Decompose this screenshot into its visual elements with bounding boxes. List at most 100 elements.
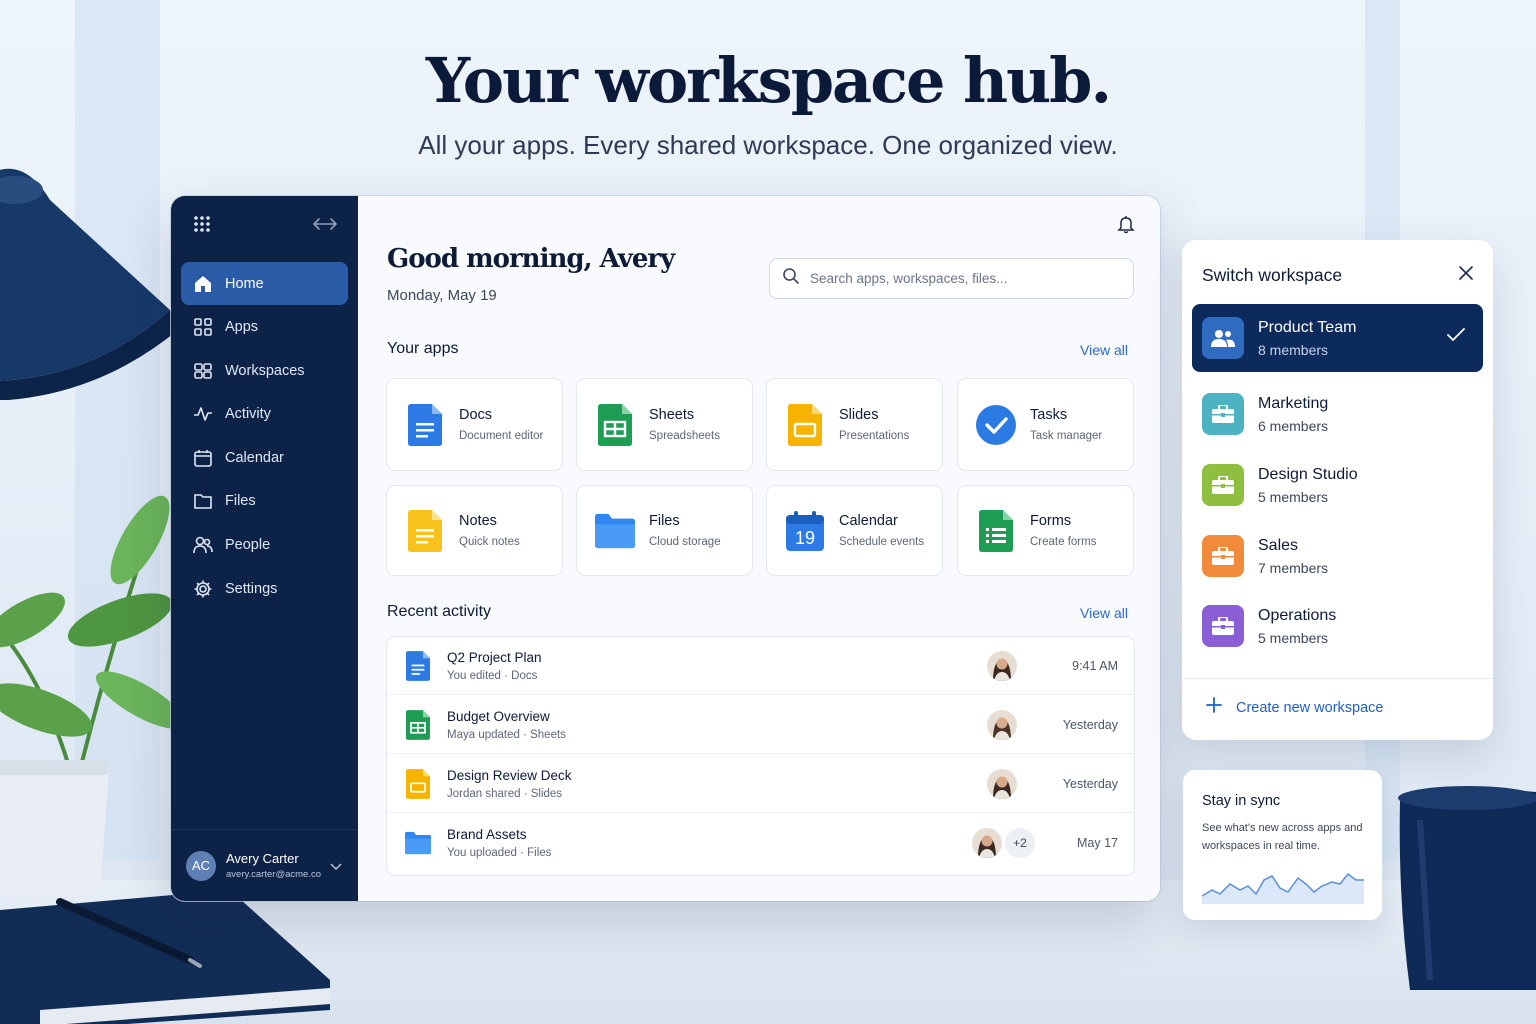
sidebar-item-activity[interactable]: Activity bbox=[181, 393, 348, 436]
sidebar-item-people[interactable]: People bbox=[181, 524, 348, 567]
activity-time: May 17 bbox=[1077, 836, 1118, 850]
briefcase-icon bbox=[1202, 464, 1244, 506]
activity-title: Q2 Project Plan bbox=[447, 649, 542, 665]
docs-icon bbox=[405, 403, 445, 447]
extra-collaborators-badge: +2 bbox=[1005, 828, 1035, 858]
slides-icon bbox=[405, 768, 431, 799]
sidebar-item-label: Files bbox=[225, 493, 256, 510]
files-icon bbox=[595, 509, 635, 553]
briefcase-icon bbox=[1202, 605, 1244, 647]
activity-meta: You uploaded · Files bbox=[447, 847, 552, 859]
sheets-icon bbox=[405, 709, 431, 740]
forms-icon bbox=[976, 509, 1016, 553]
table-row[interactable]: Brand Assets You uploaded · Files +2 May … bbox=[387, 814, 1134, 872]
app-desc: Quick notes bbox=[459, 536, 520, 548]
workspace-item-sales[interactable]: Sales 7 members bbox=[1192, 522, 1483, 590]
avatar: AC bbox=[186, 850, 216, 881]
briefcase-icon bbox=[1202, 535, 1244, 577]
app-launcher-icon[interactable] bbox=[193, 215, 211, 233]
workspace-item-operations[interactable]: Operations 5 members bbox=[1192, 592, 1483, 660]
checkmark-icon bbox=[1447, 328, 1465, 347]
create-workspace-button[interactable]: Create new workspace bbox=[1206, 697, 1384, 718]
workspace-member-count: 6 members bbox=[1258, 417, 1329, 434]
switch-workspace-panel: Switch workspace Product Team 8 members M… bbox=[1182, 240, 1493, 740]
docs-icon bbox=[405, 650, 431, 681]
workspace-name: Marketing bbox=[1258, 394, 1329, 412]
table-row[interactable]: Budget Overview Maya updated · Sheets Yes… bbox=[387, 696, 1134, 754]
plant bbox=[0, 495, 185, 890]
app-card-docs[interactable]: Docs Document editor bbox=[386, 378, 563, 471]
activity-title: Budget Overview bbox=[447, 708, 550, 724]
table-row[interactable]: Design Review Deck Jordan shared · Slides… bbox=[387, 755, 1134, 813]
app-name: Forms bbox=[1030, 513, 1072, 529]
desk-lamp bbox=[0, 168, 178, 400]
sidebar-item-label: People bbox=[225, 537, 271, 554]
app-desc: Create forms bbox=[1030, 536, 1097, 548]
sidebar-item-files[interactable]: Files bbox=[181, 480, 348, 523]
recent-section-title: Recent activity bbox=[387, 603, 492, 620]
apps-view-all-link[interactable]: View all bbox=[1080, 342, 1128, 358]
activity-icon bbox=[193, 404, 213, 424]
sidebar-item-label: Activity bbox=[225, 406, 271, 423]
sync-description: See what's new across apps and workspace… bbox=[1202, 822, 1363, 852]
home-icon bbox=[193, 274, 213, 294]
app-name: Tasks bbox=[1030, 407, 1068, 423]
divider bbox=[1182, 678, 1493, 679]
sidebar-item-workspaces[interactable]: Workspaces bbox=[181, 349, 348, 392]
table-row[interactable]: Q2 Project Plan You edited · Docs 9:41 AM bbox=[387, 637, 1134, 695]
slides-icon bbox=[785, 403, 825, 447]
app-name: Docs bbox=[459, 407, 493, 423]
app-card-forms[interactable]: Forms Create forms bbox=[957, 485, 1134, 576]
app-card-files[interactable]: Files Cloud storage bbox=[576, 485, 753, 576]
sidebar-item-label: Apps bbox=[225, 319, 259, 336]
user-info: Avery Carter avery.carter@acme.co bbox=[226, 851, 321, 880]
app-desc: Task manager bbox=[1030, 430, 1103, 442]
sidebar-item-apps[interactable]: Apps bbox=[181, 306, 348, 349]
app-card-notes[interactable]: Notes Quick notes bbox=[386, 485, 563, 576]
workspace-item-product-team[interactable]: Product Team 8 members bbox=[1192, 304, 1483, 372]
main-content: Good morning, Avery Monday, May 19 Searc… bbox=[358, 196, 1160, 901]
activity-time: Yesterday bbox=[1062, 777, 1118, 791]
activity-title: Design Review Deck bbox=[447, 767, 572, 783]
apps-section-title: Your apps bbox=[387, 340, 459, 357]
workspace-item-marketing[interactable]: Marketing 6 members bbox=[1192, 380, 1483, 448]
activity-time: Yesterday bbox=[1062, 718, 1118, 732]
app-card-slides[interactable]: Slides Presentations bbox=[766, 378, 943, 471]
app-name: Notes bbox=[459, 513, 497, 529]
create-workspace-label: Create new workspace bbox=[1236, 699, 1384, 716]
sidebar-item-label: Home bbox=[225, 275, 264, 292]
app-card-tasks[interactable]: Tasks Task manager bbox=[957, 378, 1134, 471]
collapse-sidebar-icon[interactable] bbox=[312, 217, 338, 231]
chevron-down-icon[interactable] bbox=[330, 858, 342, 876]
app-desc: Spreadsheets bbox=[649, 430, 720, 442]
workspaces-icon bbox=[193, 361, 213, 381]
coffee-mug bbox=[1398, 786, 1536, 990]
hero-title: Your workspace hub. bbox=[425, 44, 1112, 117]
app-name: Sheets bbox=[649, 407, 695, 423]
app-card-calendar[interactable]: 19 Calendar Schedule events bbox=[766, 485, 943, 576]
sidebar-item-home[interactable]: Home bbox=[181, 262, 348, 305]
sidebar-item-settings[interactable]: Settings bbox=[181, 567, 348, 610]
workspace-member-count: 5 members bbox=[1258, 629, 1329, 646]
app-desc: Cloud storage bbox=[649, 536, 721, 548]
avatar bbox=[987, 769, 1017, 799]
people-icon bbox=[1202, 317, 1244, 359]
search-icon bbox=[782, 267, 800, 290]
sidebar-item-label: Calendar bbox=[225, 449, 284, 466]
workspace-member-count: 8 members bbox=[1258, 341, 1329, 358]
recent-view-all-link[interactable]: View all bbox=[1080, 605, 1128, 621]
workspace-item-design-studio[interactable]: Design Studio 5 members bbox=[1192, 451, 1483, 519]
bell-icon[interactable] bbox=[1116, 214, 1136, 239]
workspace-name: Sales bbox=[1258, 536, 1299, 554]
user-profile[interactable]: AC Avery Carter avery.carter@acme.co bbox=[171, 829, 358, 901]
people-icon bbox=[193, 535, 213, 555]
close-icon[interactable] bbox=[1459, 266, 1473, 285]
avatar bbox=[987, 710, 1017, 740]
folder-icon bbox=[193, 491, 213, 511]
app-desc: Document editor bbox=[459, 430, 544, 442]
search-input[interactable]: Search apps, workspaces, files... bbox=[769, 258, 1134, 299]
app-card-sheets[interactable]: Sheets Spreadsheets bbox=[576, 378, 753, 471]
sparkline bbox=[1202, 872, 1364, 904]
sync-title: Stay in sync bbox=[1202, 793, 1281, 809]
sidebar-item-calendar[interactable]: Calendar bbox=[181, 436, 348, 479]
